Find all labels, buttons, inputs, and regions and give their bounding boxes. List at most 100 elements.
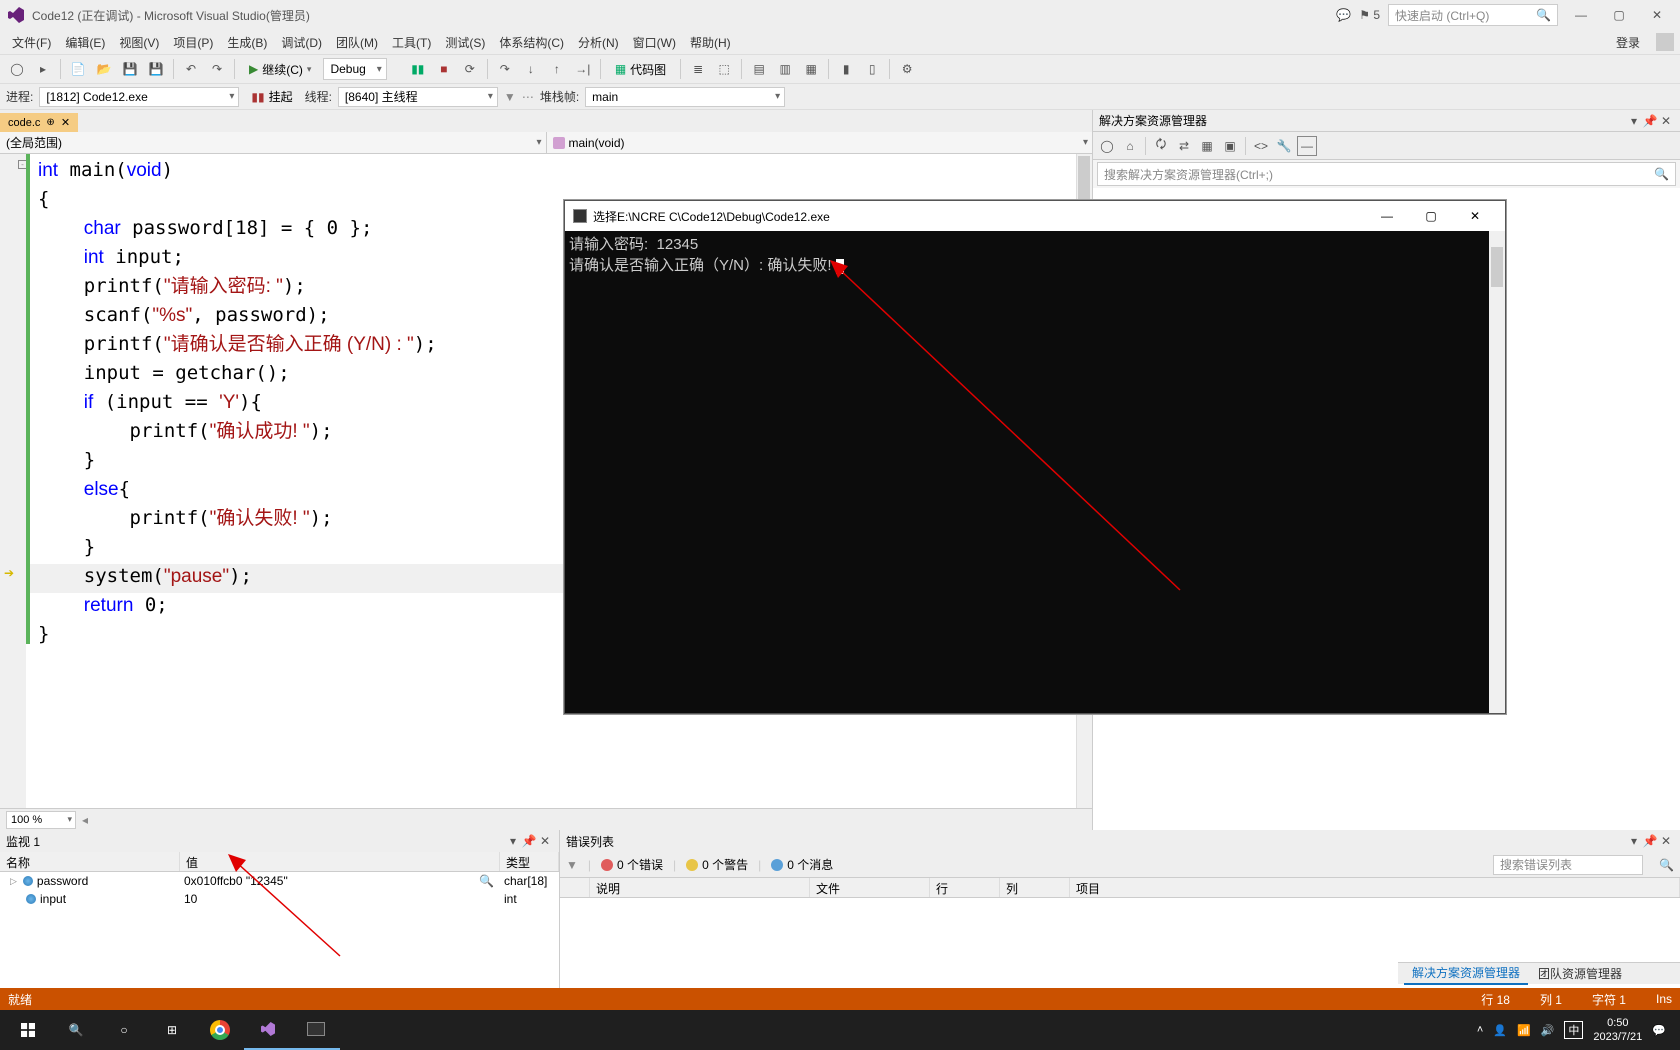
tray-up-icon[interactable]: ˄ [1477,1024,1483,1036]
run-to-cursor-button[interactable]: →| [572,58,594,80]
console-maximize-button[interactable]: ▢ [1409,202,1453,230]
save-all-button[interactable]: 💾 [145,58,167,80]
close-panel-icon[interactable]: ✕ [1658,834,1674,848]
nav-fwd-button[interactable]: ▸ [32,58,54,80]
watch-row[interactable]: ▷password 0x010ffcb0 "12345"🔍 char[18] [0,872,559,890]
chrome-button[interactable] [196,1010,244,1050]
minimize-button[interactable]: — [1566,4,1596,26]
tray-clock[interactable]: 0:50 2023/7/21 [1593,1016,1642,1044]
warnings-filter[interactable]: 0 个警告 [686,856,748,873]
restore-button[interactable]: ▢ [1604,4,1634,26]
magnify-icon[interactable]: 🔍 [479,874,494,888]
pause-button[interactable]: ▮▮ [407,58,429,80]
col-value[interactable]: 值 [180,852,500,871]
tb-icon-7[interactable]: ▯ [861,58,883,80]
close-panel-icon[interactable]: ✕ [537,834,553,848]
process-combo[interactable]: [1812] Code12.exe [39,87,239,107]
zoom-combo[interactable]: 100 % [6,811,76,829]
watch-row[interactable]: input 10 int [0,890,559,908]
quick-launch-input[interactable]: 快速启动 (Ctrl+Q) 🔍 [1388,4,1558,26]
step-over-button[interactable]: ↷ [494,58,516,80]
panel-menu-icon[interactable]: ▾ [1626,114,1642,128]
close-button[interactable]: ✕ [1642,4,1672,26]
scope-combo-left[interactable]: (全局范围) [0,132,546,153]
tb-icon-5[interactable]: ▦ [800,58,822,80]
panel-menu-icon[interactable]: ▾ [505,834,521,848]
scope-combo-right[interactable]: main(void) [547,132,1093,153]
continue-button[interactable]: ▶继续(C)▾ [241,59,319,80]
errors-filter[interactable]: 0 个错误 [601,856,663,873]
menu-arch[interactable]: 体系结构(C) [493,32,570,53]
undo-button[interactable]: ↶ [180,58,202,80]
step-out-button[interactable]: ↑ [546,58,568,80]
tray-wifi-icon[interactable]: 📶 [1517,1024,1531,1037]
console-minimize-button[interactable]: — [1365,202,1409,230]
pin-icon[interactable]: 📌 [1642,834,1658,848]
close-panel-icon[interactable]: ✕ [1658,114,1674,128]
sol-code-icon[interactable]: <> [1251,136,1271,156]
tab-solution-explorer[interactable]: 解决方案资源管理器 [1404,962,1528,985]
console-output[interactable]: 请输入密码: 12345 请确认是否输入正确（Y/N）: 确认失败! [565,231,1505,713]
save-button[interactable]: 💾 [119,58,141,80]
sol-showall-icon[interactable]: ▦ [1197,136,1217,156]
expand-icon[interactable]: ▷ [10,876,17,887]
tray-notifications-icon[interactable]: 💬 [1652,1024,1666,1037]
view-code-button[interactable]: ▦代码图 [607,59,674,80]
tb-icon-8[interactable]: ⚙ [896,58,918,80]
stop-button[interactable]: ■ [433,58,455,80]
stack-combo[interactable]: main [585,87,785,107]
sol-home-icon[interactable]: ⌂ [1120,136,1140,156]
config-combo[interactable]: Debug [323,58,386,80]
pin-icon[interactable]: ⊕ [46,117,54,128]
doc-tab-code-c[interactable]: code.c ⊕ ✕ [0,113,78,132]
pin-icon[interactable]: 📌 [521,834,537,848]
col-name[interactable]: 名称 [0,852,180,871]
menu-debug[interactable]: 调试(D) [275,32,328,53]
cortana-button[interactable]: ○ [100,1010,148,1050]
sol-back-icon[interactable]: ◯ [1097,136,1117,156]
tray-people-icon[interactable]: 👤 [1493,1024,1507,1037]
menu-team[interactable]: 团队(M) [330,32,384,53]
console-title-bar[interactable]: 选择E:\NCRE C\Code12\Debug\Code12.exe — ▢ … [565,201,1505,231]
menu-edit[interactable]: 编辑(E) [59,32,111,53]
tb-icon-4[interactable]: ▥ [774,58,796,80]
col-project[interactable]: 项目 [1070,878,1680,897]
menu-build[interactable]: 生成(B) [221,32,273,53]
sol-sync-icon[interactable]: ⇄ [1174,136,1194,156]
suspend-button[interactable]: ▮▮挂起 [245,88,298,105]
nav-back-button[interactable]: ◯ [6,58,28,80]
sol-properties-icon[interactable]: 🔧 [1274,136,1294,156]
tab-team-explorer[interactable]: 团队资源管理器 [1530,963,1630,984]
menu-view[interactable]: 视图(V) [113,32,165,53]
login-link[interactable]: 登录 [1610,32,1646,53]
open-button[interactable]: 📂 [93,58,115,80]
tray-volume-icon[interactable]: 🔊 [1541,1024,1555,1037]
console-taskbar-button[interactable] [292,1010,340,1050]
close-tab-icon[interactable]: ✕ [61,116,70,129]
start-button[interactable] [4,1010,52,1050]
task-view-button[interactable]: ⊞ [148,1010,196,1050]
menu-analyze[interactable]: 分析(N) [572,32,625,53]
redo-button[interactable]: ↷ [206,58,228,80]
col-col[interactable]: 列 [1000,878,1070,897]
menu-project[interactable]: 项目(P) [167,32,219,53]
feedback-icon[interactable]: 💬 [1336,8,1351,22]
messages-filter[interactable]: 0 个消息 [771,856,833,873]
tray-ime[interactable]: 中 [1564,1021,1583,1039]
col-file[interactable]: 文件 [810,878,930,897]
menu-help[interactable]: 帮助(H) [684,32,737,53]
menu-test[interactable]: 测试(S) [439,32,491,53]
watch-body[interactable]: ▷password 0x010ffcb0 "12345"🔍 char[18] i… [0,872,559,1000]
new-file-button[interactable]: 📄 [67,58,89,80]
notifications-flag[interactable]: ⚑ 5 [1359,8,1380,22]
tb-icon-6[interactable]: ▮ [835,58,857,80]
user-avatar-icon[interactable] [1656,33,1674,51]
error-search-input[interactable]: 搜索错误列表 [1493,855,1643,875]
restart-button[interactable]: ⟳ [459,58,481,80]
tb-icon-1[interactable]: ≣ [687,58,709,80]
filter-icon[interactable]: ▼ [566,858,578,872]
col-desc[interactable]: 说明 [590,878,810,897]
col-type[interactable]: 类型 [500,852,559,871]
sol-refresh-icon[interactable]: 🗘 [1151,136,1171,156]
pin-icon[interactable]: 📌 [1642,114,1658,128]
